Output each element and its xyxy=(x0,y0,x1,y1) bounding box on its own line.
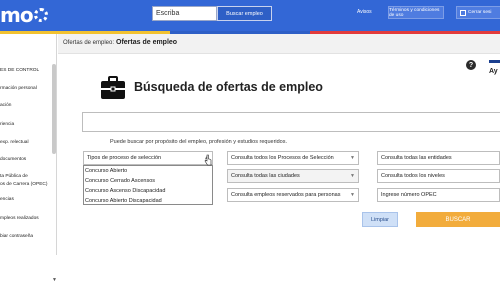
dropdown-option[interactable]: Concurso Cerrado Ascensos xyxy=(84,176,212,186)
process-type-dropdown[interactable]: Concurso Abierto Concurso Cerrado Ascens… xyxy=(83,165,213,205)
chevron-down-icon: ▼ xyxy=(350,192,355,198)
keyword-search-input[interactable] xyxy=(82,112,500,132)
terms-button[interactable]: Términos y condiciones de uso xyxy=(388,6,444,19)
sidebar-item[interactable]: documentos xyxy=(0,157,26,162)
breadcrumb-parent[interactable]: Ofertas de empleo: xyxy=(63,40,114,46)
opec-number-placeholder: Ingrese número OPEC xyxy=(381,192,437,198)
question-icon[interactable]: ? xyxy=(466,60,476,70)
process-selection-value: Consulta todos los Procesos de Selección xyxy=(231,155,334,161)
sidebar-item[interactable]: ación xyxy=(0,103,11,108)
sidebar: ES DE CONTROL rmación personal ación rie… xyxy=(0,34,57,283)
reserved-select[interactable]: Consulta empleos reservados para persona… xyxy=(227,188,359,202)
chevron-down-icon: ▼ xyxy=(350,173,355,179)
sidebar-item[interactable]: ta Pública de xyxy=(0,174,28,179)
clear-button[interactable]: Limpiar xyxy=(362,212,398,227)
dropdown-option[interactable]: Concurso Abierto xyxy=(84,166,212,176)
process-selection-select[interactable]: Consulta todos los Procesos de Selección… xyxy=(227,151,359,165)
scroll-down-icon[interactable]: ▼ xyxy=(52,277,57,283)
sidebar-item[interactable]: exp. relectual xyxy=(0,140,29,145)
top-navigation-bar: mo Escriba Buscar empleo Avisos Términos… xyxy=(0,0,500,31)
sidebar-item[interactable]: os de Carrera (OPEC) xyxy=(0,182,47,187)
dropdown-option[interactable]: Concurso Abierto Discapacidad xyxy=(84,196,212,206)
cities-value: Consulta todas las ciudades xyxy=(231,173,300,179)
page-title: Búsqueda de ofertas de empleo xyxy=(134,80,323,94)
hand-cursor-icon xyxy=(204,154,212,166)
logo-text: mo xyxy=(0,3,34,27)
site-logo[interactable]: mo xyxy=(0,3,48,27)
sidebar-item[interactable]: riencia xyxy=(0,122,14,127)
search-input[interactable]: Escriba xyxy=(152,6,217,21)
sidebar-section-title: ES DE CONTROL xyxy=(0,68,40,73)
entities-value: Consulta todas las entidades xyxy=(381,155,452,161)
levels-value: Consulta todos los niveles xyxy=(381,173,445,179)
sidebar-item[interactable]: biar contraseña xyxy=(0,234,33,239)
cities-select[interactable]: Consulta todas las ciudades ▼ xyxy=(227,169,359,183)
sidebar-item[interactable]: rmación personal xyxy=(0,86,37,91)
ay-label[interactable]: Ay xyxy=(489,68,498,75)
breadcrumb-current: Ofertas de empleo xyxy=(116,39,178,46)
ay-accent-bar xyxy=(489,60,500,63)
entities-select[interactable]: Consulta todas las entidades xyxy=(377,151,500,165)
logo-ring-icon xyxy=(33,8,48,22)
chevron-down-icon: ▼ xyxy=(350,155,355,161)
process-type-select[interactable]: Tipos de proceso de selección ▲ xyxy=(83,151,213,165)
logout-label: Cerrar sesi xyxy=(468,10,492,15)
dropdown-option[interactable]: Concurso Ascenso Discapacidad xyxy=(84,186,212,196)
search-button[interactable]: BUSCAR xyxy=(416,212,500,227)
reserved-value: Consulta empleos reservados para persona… xyxy=(231,192,341,198)
levels-select[interactable]: Consulta todos los niveles xyxy=(377,169,500,183)
sidebar-item[interactable]: encias xyxy=(0,197,14,202)
search-jobs-button[interactable]: Buscar empleo xyxy=(217,6,272,21)
search-hint: Puede buscar por propósito del empleo, p… xyxy=(110,139,288,145)
sidebar-item[interactable]: mpleos realizados xyxy=(0,216,39,221)
breadcrumb: Ofertas de empleo: Ofertas de empleo xyxy=(58,34,500,54)
briefcase-icon xyxy=(101,76,125,99)
logout-button[interactable]: Cerrar sesi xyxy=(456,6,500,19)
logout-icon xyxy=(460,9,466,16)
opec-number-input[interactable]: Ingrese número OPEC xyxy=(377,188,500,202)
avisos-link[interactable]: Avisos xyxy=(357,9,372,15)
process-type-value: Tipos de proceso de selección xyxy=(87,155,162,161)
sidebar-scrollbar[interactable] xyxy=(52,64,56,154)
